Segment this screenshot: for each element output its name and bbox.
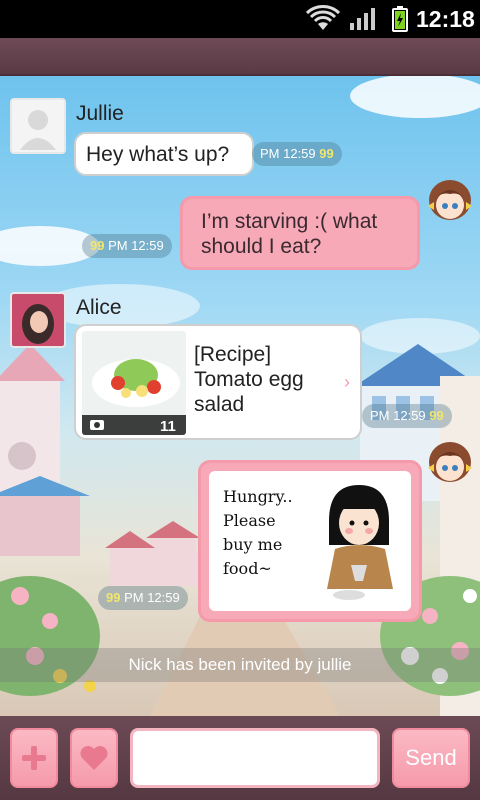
emoticon-button[interactable]	[70, 728, 118, 788]
girl-avatar-icon	[428, 180, 472, 220]
wifi-icon	[306, 5, 340, 30]
status-bar: 12:18	[0, 0, 480, 38]
message-time: PM 12:59	[124, 590, 180, 605]
message-meta: PM 12:59 99	[362, 404, 452, 428]
photo-count: 11	[160, 418, 176, 435]
system-notification: Nick has been invited by jullie	[0, 648, 480, 682]
girl-avatar-icon	[428, 442, 472, 482]
message-time: PM 12:59	[108, 238, 164, 253]
sender-name: Alice	[76, 296, 122, 319]
sticker-image: Hungry.. Please buy me food~	[209, 471, 411, 611]
message-bubble[interactable]: Hey what’s up?	[74, 132, 254, 176]
message-meta: 99 PM 12:59	[98, 586, 188, 610]
send-button[interactable]: Send	[392, 728, 470, 788]
message-meta: PM 12:59 99	[252, 142, 342, 166]
message-meta: 99 PM 12:59	[82, 234, 172, 258]
signal-icon	[350, 8, 375, 30]
alice-photo	[12, 294, 64, 346]
default-avatar-icon	[12, 100, 64, 152]
add-button[interactable]	[10, 728, 58, 788]
read-count: 99	[106, 590, 121, 605]
avatar-alice[interactable]	[10, 292, 66, 348]
read-count: 99	[429, 408, 444, 423]
read-count: 99	[90, 238, 105, 253]
sender-name: Jullie	[76, 102, 124, 125]
system-notification-text: Nick has been invited by jullie	[128, 655, 352, 674]
sticker-text: Hungry.. Please buy me food~	[223, 487, 293, 578]
read-count: 99	[319, 146, 334, 161]
message-time: PM 12:59	[370, 408, 426, 423]
hungry-girl-drawing	[327, 485, 393, 600]
recipe-card-bubble[interactable]: 11 [Recipe] Tomato egg salad ›	[74, 324, 362, 440]
sticker-bubble[interactable]: Hungry.. Please buy me food~	[198, 460, 422, 622]
heart-icon	[80, 746, 108, 770]
message-input[interactable]	[130, 728, 380, 788]
recipe-card-text: [Recipe] Tomato egg salad	[194, 343, 304, 416]
chat-area[interactable]: Jullie Hey what’s up? PM 12:59 99 99 PM …	[0, 76, 480, 716]
message-text: I’m starving :( what should I eat?	[201, 210, 378, 258]
battery-icon	[392, 6, 408, 32]
chevron-right-icon: ›	[344, 372, 350, 392]
clock-time: 12:18	[416, 6, 475, 32]
plus-icon	[22, 746, 46, 770]
message-time: PM 12:59	[260, 146, 316, 161]
avatar-jullie[interactable]	[10, 98, 66, 154]
composer-bar: Send	[0, 716, 480, 800]
message-text: Hey what’s up?	[86, 143, 230, 166]
message-bubble[interactable]: I’m starving :( what should I eat?	[180, 196, 420, 270]
chat-header-bar	[0, 38, 480, 76]
